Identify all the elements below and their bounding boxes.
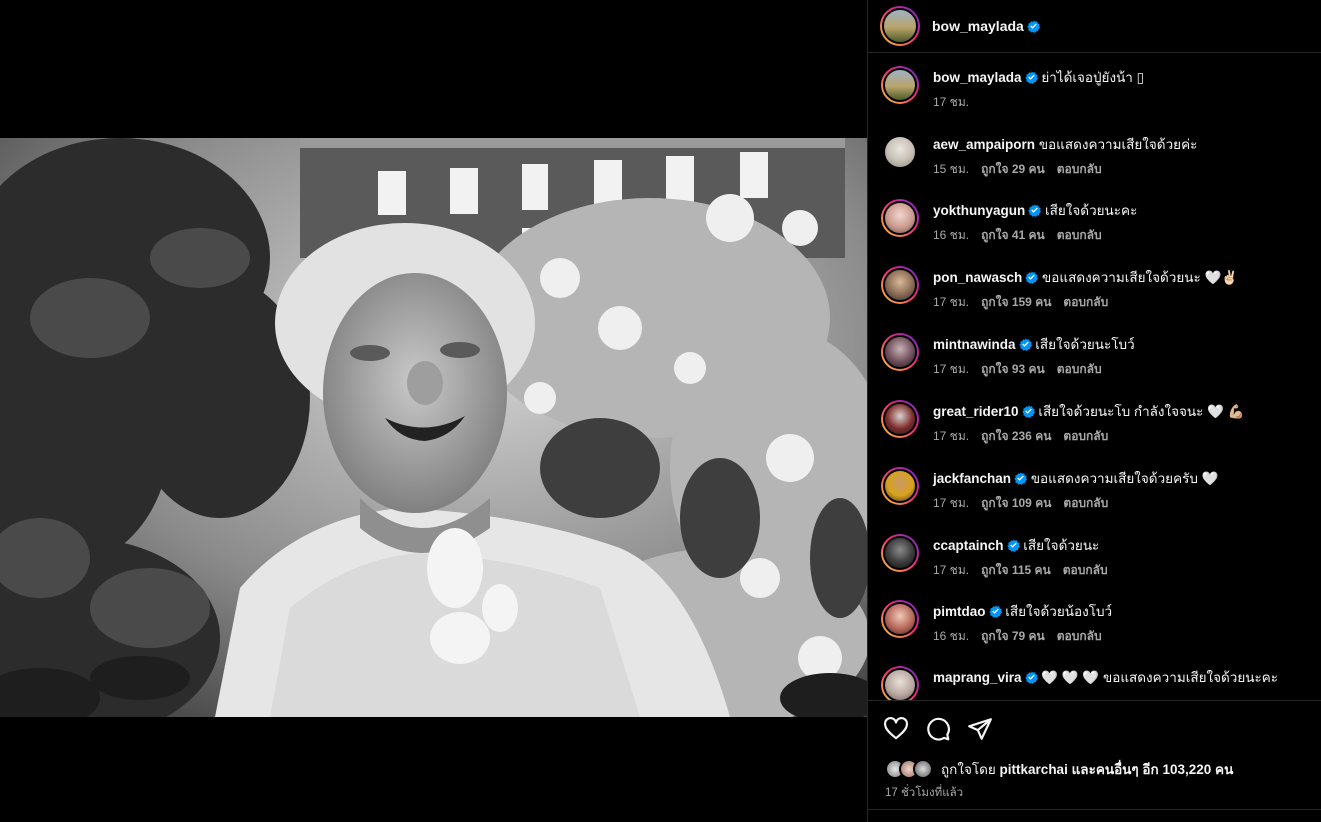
comment-avatar[interactable] bbox=[881, 400, 919, 438]
comment-text: ขอแสดงความเสียใจด้วยนะ 🤍✌🏻 bbox=[1042, 270, 1239, 285]
comment-username[interactable]: aew_ampaiporn bbox=[933, 137, 1035, 152]
comment-item: maprang_vira 🤍 🤍 🤍 ขอแสดงความเสียใจด้วยน… bbox=[868, 666, 1321, 700]
likes-middle: และคนอื่นๆ อีก bbox=[1071, 762, 1159, 777]
comment-time: 17 ชม. bbox=[933, 429, 970, 443]
comment-time: 17 ชม. bbox=[933, 563, 970, 577]
post-header: bow_maylada bbox=[868, 0, 1321, 53]
comment-time: 16 ชม. bbox=[933, 629, 970, 643]
comment-avatar[interactable] bbox=[881, 600, 919, 638]
author-avatar[interactable] bbox=[880, 6, 920, 46]
comment-item: ccaptainch เสียใจด้วยนะ 17 ชม. ถูกใจ 115… bbox=[868, 534, 1321, 580]
author-username[interactable]: bow_maylada bbox=[932, 18, 1024, 34]
likes-suffix: คน bbox=[1215, 762, 1234, 777]
verified-badge-icon bbox=[1014, 472, 1028, 485]
post-side-panel: bow_maylada bow_maylada ย่าได้เจอปู่ยังน… bbox=[867, 0, 1321, 822]
post-media bbox=[0, 0, 867, 822]
comment-like-count[interactable]: ถูกใจ 236 คน bbox=[981, 427, 1051, 446]
caption-emoji: ▯ bbox=[1136, 70, 1145, 85]
verified-badge-icon bbox=[1024, 671, 1038, 684]
reply-button[interactable]: ตอบกลับ bbox=[1063, 427, 1108, 446]
comment-time: 17 ชม. bbox=[933, 362, 970, 376]
comment-text: เสียใจด้วยนะ bbox=[1023, 538, 1100, 553]
post-photo-image bbox=[0, 138, 867, 717]
verified-badge-icon bbox=[988, 605, 1002, 618]
comment-avatar[interactable] bbox=[881, 266, 919, 304]
comment-time: 16 ชม. bbox=[933, 228, 970, 242]
comment-item: mintnawinda เสียใจด้วยนะโบว์ 17 ชม. ถูกใ… bbox=[868, 333, 1321, 379]
caption-time: 17 ชม. bbox=[933, 95, 970, 109]
comment-time: 17 ชม. bbox=[933, 295, 970, 309]
comment-username[interactable]: maprang_vira bbox=[933, 670, 1022, 685]
comment-time: 17 ชม. bbox=[933, 496, 970, 510]
verified-badge-icon bbox=[1021, 405, 1035, 418]
likes-summary[interactable]: ถูกใจโดย pittkarchai และคนอื่นๆ อีก 103,… bbox=[885, 758, 1233, 780]
reply-button[interactable]: ตอบกลับ bbox=[1057, 360, 1102, 379]
post-timestamp[interactable]: 17 ชั่วโมงที่แล้ว bbox=[885, 784, 963, 802]
comment-like-count[interactable]: ถูกใจ 29 คน bbox=[981, 160, 1045, 179]
verified-badge-icon bbox=[1028, 204, 1042, 217]
share-plane-icon[interactable] bbox=[967, 716, 993, 742]
reply-button[interactable]: ตอบกลับ bbox=[1057, 226, 1102, 245]
comment-time: 15 ชม. bbox=[933, 162, 970, 176]
comment-username[interactable]: pon_nawasch bbox=[933, 270, 1022, 285]
comment-item: jackfanchan ขอแสดงความเสียใจด้วยครับ 🤍 1… bbox=[868, 467, 1321, 513]
reply-button[interactable]: ตอบกลับ bbox=[1063, 561, 1108, 580]
comment-like-count[interactable]: ถูกใจ 115 คน bbox=[981, 561, 1051, 580]
comment-like-count[interactable]: ถูกใจ 79 คน bbox=[981, 627, 1045, 646]
comment-item: yokthunyagun เสียใจด้วยนะคะ 16 ชม. ถูกใจ… bbox=[868, 199, 1321, 245]
verified-badge-icon bbox=[1018, 338, 1032, 351]
like-heart-icon[interactable] bbox=[883, 716, 909, 742]
reply-button[interactable]: ตอบกลับ bbox=[1063, 293, 1108, 312]
verified-badge-icon bbox=[1024, 71, 1038, 84]
comment-avatar[interactable] bbox=[881, 666, 919, 700]
verified-badge-icon bbox=[1025, 271, 1039, 284]
comment-text: เสียใจด้วยน้องโบว์ bbox=[1005, 604, 1113, 619]
comment-avatar[interactable] bbox=[881, 467, 919, 505]
comment-like-count[interactable]: ถูกใจ 93 คน bbox=[981, 360, 1045, 379]
comment-avatar[interactable] bbox=[881, 133, 919, 171]
liker-avatar bbox=[913, 759, 933, 779]
comment-text: ขอแสดงความเสียใจด้วยครับ 🤍 bbox=[1030, 471, 1219, 486]
comment-item: pimtdao เสียใจด้วยน้องโบว์ 16 ชม. ถูกใจ … bbox=[868, 600, 1321, 646]
comment-avatar[interactable] bbox=[881, 199, 919, 237]
comment-username[interactable]: yokthunyagun bbox=[933, 203, 1025, 218]
reply-button[interactable]: ตอบกลับ bbox=[1063, 494, 1108, 513]
caption-item: bow_maylada ย่าได้เจอปู่ยังน้า ▯ 17 ชม. bbox=[868, 66, 1321, 112]
comment-like-count[interactable]: ถูกใจ 41 คน bbox=[981, 226, 1045, 245]
caption-username[interactable]: bow_maylada bbox=[933, 70, 1022, 85]
comment-like-count[interactable]: ถูกใจ 109 คน bbox=[981, 494, 1051, 513]
comment-item: pon_nawasch ขอแสดงความเสียใจด้วยนะ 🤍✌🏻 1… bbox=[868, 266, 1321, 312]
comment-text: เสียใจด้วยนะโบว์ bbox=[1035, 337, 1135, 352]
reply-button[interactable]: ตอบกลับ bbox=[1057, 627, 1102, 646]
comment-text: ขอแสดงความเสียใจด้วยค่ะ bbox=[1038, 137, 1198, 152]
comment-username[interactable]: jackfanchan bbox=[933, 471, 1011, 486]
likes-prefix: ถูกใจโดย bbox=[941, 762, 996, 777]
likes-count[interactable]: 103,220 bbox=[1162, 762, 1211, 777]
comment-like-count[interactable]: ถูกใจ 159 คน bbox=[981, 293, 1051, 312]
comment-text: เสียใจด้วยนะคะ bbox=[1045, 203, 1138, 218]
comment-text: 🤍 🤍 🤍 ขอแสดงความเสียใจด้วยนะคะ bbox=[1041, 670, 1279, 685]
comment-item: great_rider10 เสียใจด้วยนะโบ กำลังใจจนะ … bbox=[868, 400, 1321, 446]
comments-list[interactable]: bow_maylada ย่าได้เจอปู่ยังน้า ▯ 17 ชม. … bbox=[868, 54, 1321, 700]
reply-button[interactable]: ตอบกลับ bbox=[1057, 160, 1102, 179]
post-actions-section: ถูกใจโดย pittkarchai และคนอื่นๆ อีก 103,… bbox=[868, 700, 1321, 810]
comment-bubble-icon[interactable] bbox=[925, 716, 951, 742]
comment-avatar[interactable] bbox=[881, 333, 919, 371]
post-photo[interactable] bbox=[0, 138, 867, 717]
comment-text: เสียใจด้วยนะโบ กำลังใจจนะ 🤍 💪🏼 bbox=[1038, 404, 1245, 419]
comment-username[interactable]: mintnawinda bbox=[933, 337, 1016, 352]
liker-avatars bbox=[885, 759, 933, 779]
comment-username[interactable]: pimtdao bbox=[933, 604, 986, 619]
comment-username[interactable]: ccaptainch bbox=[933, 538, 1004, 553]
comment-username[interactable]: great_rider10 bbox=[933, 404, 1019, 419]
comment-item: aew_ampaiporn ขอแสดงความเสียใจด้วยค่ะ 15… bbox=[868, 133, 1321, 179]
verified-badge-icon bbox=[1006, 539, 1020, 552]
caption-text: ย่าได้เจอปู่ยังน้า bbox=[1041, 70, 1133, 85]
comment-avatar[interactable] bbox=[881, 534, 919, 572]
caption-avatar[interactable] bbox=[881, 66, 919, 104]
likes-user[interactable]: pittkarchai bbox=[1000, 762, 1068, 777]
verified-badge-icon bbox=[1027, 19, 1040, 33]
